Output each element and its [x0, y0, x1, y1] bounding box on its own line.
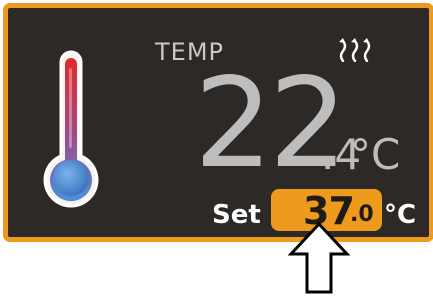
thermometer-icon: [43, 50, 99, 208]
up-arrow-icon: [288, 222, 350, 294]
setpoint-label: Set: [212, 200, 261, 230]
setpoint-unit: °C: [384, 200, 417, 230]
setpoint-decimal: .0: [350, 202, 374, 227]
temperature-display-panel: TEMP 22 .4 °C Set 37 .0 °C: [3, 3, 433, 242]
current-temperature-unit: °C: [350, 130, 401, 179]
